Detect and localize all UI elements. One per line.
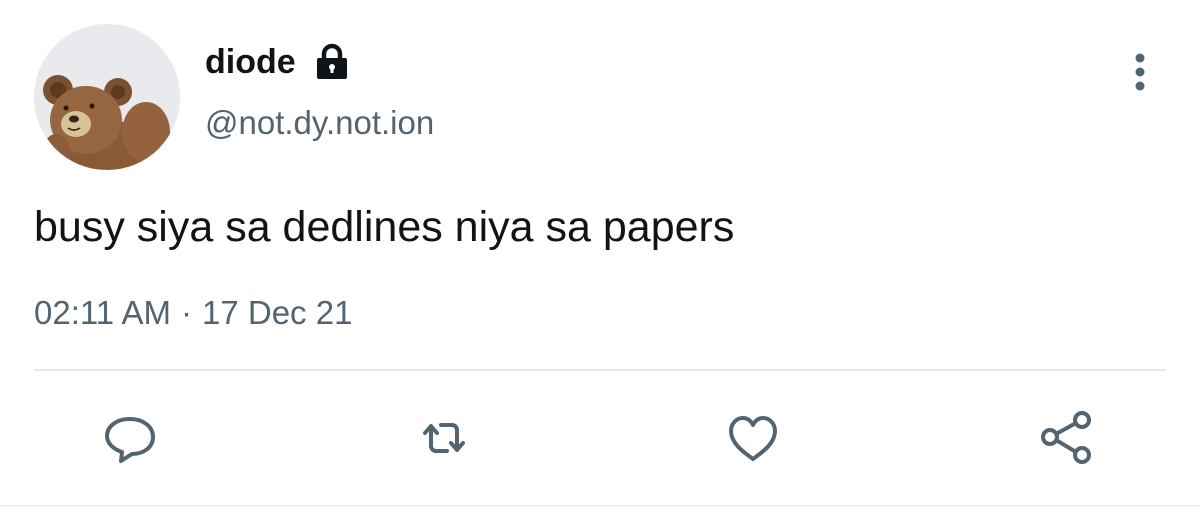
author-name-row: diode xyxy=(205,40,350,84)
action-bar xyxy=(0,408,1200,468)
tweet-timestamp[interactable]: 02:11 AM · 17 Dec 21 xyxy=(34,294,352,332)
vertical-dots-icon xyxy=(1135,53,1145,91)
tweet-time: 02:11 AM xyxy=(34,294,171,331)
bottom-divider xyxy=(0,505,1200,507)
share-button[interactable] xyxy=(1037,408,1097,468)
avatar[interactable] xyxy=(34,24,180,170)
meta-separator: · xyxy=(180,294,192,331)
heart-icon xyxy=(729,416,777,461)
share-icon xyxy=(1041,411,1091,464)
retweet-button[interactable] xyxy=(414,408,474,468)
speech-bubble-icon xyxy=(105,417,155,463)
teddy-bear-avatar-image xyxy=(34,24,180,170)
tweet-date: 17 Dec 21 xyxy=(201,294,353,331)
tweet-card: diode @not.dy.not.ion busy siya sa dedli… xyxy=(0,0,1200,524)
like-button[interactable] xyxy=(723,408,783,468)
more-options-button[interactable] xyxy=(1120,48,1160,96)
display-name[interactable]: diode xyxy=(205,43,296,82)
retweet-icon xyxy=(423,423,465,453)
lock-icon xyxy=(314,43,350,81)
reply-button[interactable] xyxy=(100,408,160,468)
divider xyxy=(34,369,1166,371)
tweet-text: busy siya sa dedlines niya sa papers xyxy=(34,203,735,251)
user-handle[interactable]: @not.dy.not.ion xyxy=(205,104,434,142)
